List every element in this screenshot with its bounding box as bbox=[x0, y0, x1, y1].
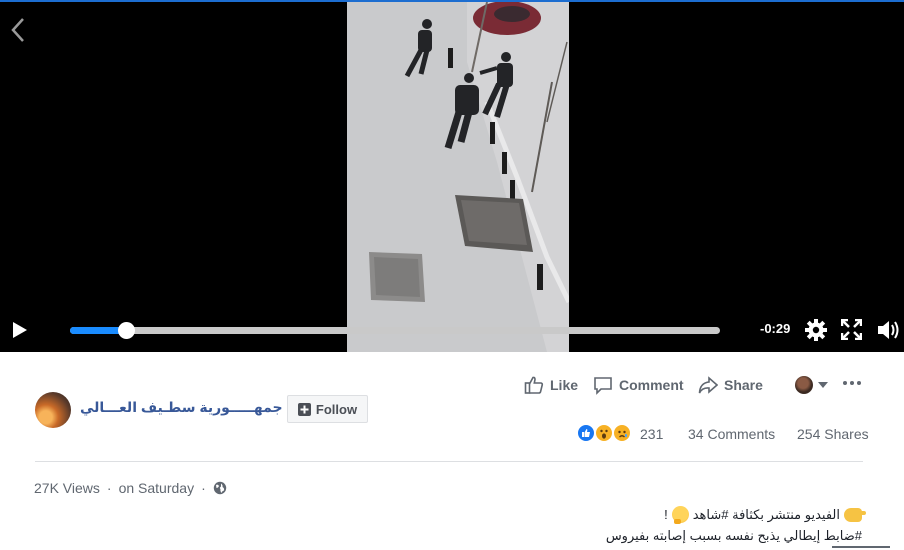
back-chevron-icon[interactable] bbox=[8, 16, 28, 44]
reaction-icons[interactable] bbox=[576, 423, 638, 443]
follow-plus-icon bbox=[297, 402, 311, 416]
viewer-avatar-selector[interactable] bbox=[795, 376, 829, 394]
avatar bbox=[795, 376, 813, 394]
description-text-1-suffix: ! bbox=[664, 507, 668, 522]
description-text-1: الفيديو منتشر بكثافة #شاهد bbox=[692, 506, 840, 522]
thinking-face-icon bbox=[671, 506, 689, 524]
description-line-2: #ضابط إيطالي يذبح نفسه بسبب إصابته بفيرو… bbox=[605, 528, 862, 543]
post-date[interactable]: on Saturday bbox=[119, 480, 195, 496]
description-line-1: الفيديو منتشر بكثافة #شاهد ! bbox=[664, 506, 866, 524]
shares-count[interactable]: 254 Shares bbox=[797, 426, 869, 442]
thumbs-up-icon bbox=[524, 376, 544, 394]
share-arrow-icon bbox=[698, 376, 718, 394]
video-frame bbox=[347, 2, 569, 352]
meta-separator: · bbox=[106, 480, 112, 496]
pointing-hand-icon bbox=[844, 507, 866, 522]
post-meta: 27K Views · on Saturday · bbox=[34, 480, 227, 496]
progress-handle[interactable] bbox=[117, 322, 135, 339]
meta-separator: · bbox=[201, 480, 206, 496]
caret-down-icon bbox=[818, 382, 828, 388]
globe-icon bbox=[213, 481, 226, 495]
follow-button[interactable]: Follow bbox=[287, 395, 368, 423]
play-icon[interactable] bbox=[10, 320, 30, 340]
share-label: Share bbox=[724, 377, 763, 393]
like-label: Like bbox=[550, 377, 579, 393]
expand-icon[interactable] bbox=[840, 318, 863, 341]
ellipsis-icon[interactable] bbox=[843, 376, 863, 390]
views-count: 27K Views bbox=[34, 480, 100, 496]
divider bbox=[35, 461, 863, 462]
reaction-count[interactable]: 231 bbox=[640, 426, 663, 442]
progress-bar[interactable] bbox=[70, 322, 720, 339]
scrollbar[interactable] bbox=[832, 546, 890, 548]
like-button[interactable]: Like bbox=[524, 372, 578, 398]
gear-icon[interactable] bbox=[804, 318, 828, 342]
video-player[interactable]: -0:29 bbox=[0, 2, 904, 352]
speaker-icon[interactable] bbox=[876, 318, 902, 342]
video-controls: -0:29 bbox=[0, 312, 904, 348]
like-reaction-icon bbox=[576, 423, 596, 443]
comment-button[interactable]: Comment bbox=[593, 372, 684, 398]
sad-reaction-icon bbox=[612, 423, 632, 443]
page-name-link[interactable]: جمهـــــورية سطـيف العـــالي bbox=[80, 399, 283, 416]
follow-label: Follow bbox=[315, 401, 358, 417]
comments-count[interactable]: 34 Comments bbox=[688, 426, 775, 442]
speech-bubble-icon bbox=[594, 377, 612, 395]
page-avatar[interactable] bbox=[35, 392, 71, 428]
comment-label: Comment bbox=[619, 377, 684, 393]
wow-reaction-icon bbox=[594, 423, 614, 443]
share-button[interactable]: Share bbox=[698, 372, 763, 398]
time-remaining: -0:29 bbox=[760, 321, 791, 336]
